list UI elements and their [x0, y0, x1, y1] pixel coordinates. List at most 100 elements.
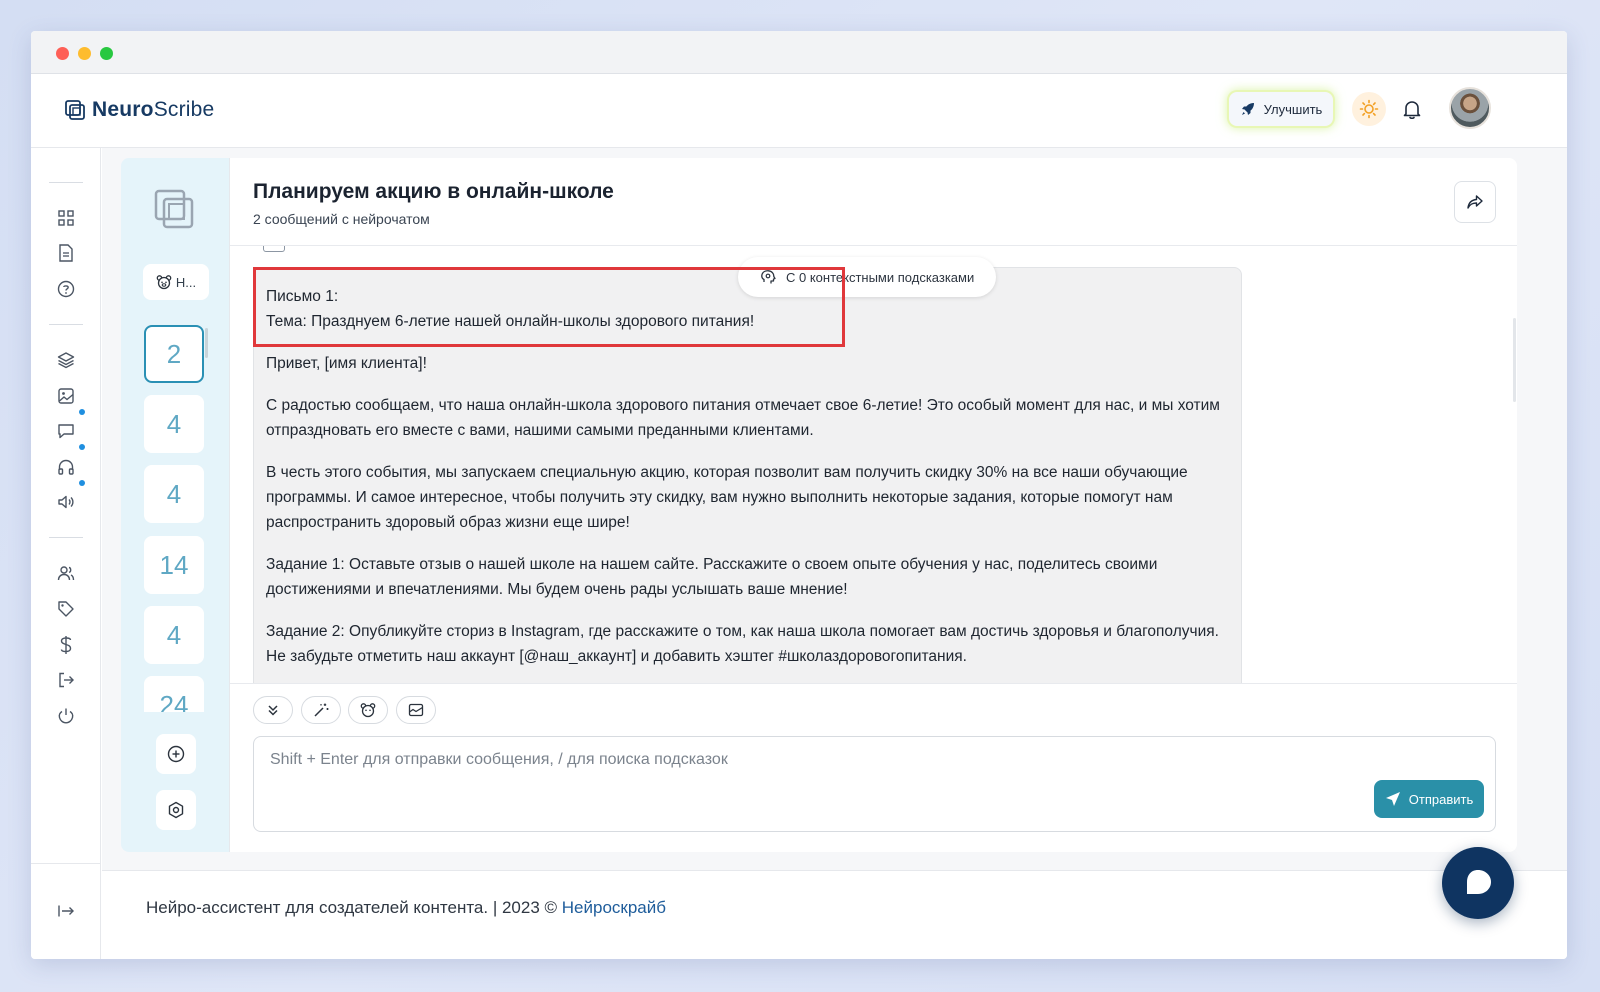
- layers-icon: [57, 352, 75, 369]
- send-label: Отправить: [1408, 791, 1474, 807]
- chat-list-item[interactable]: 4: [144, 395, 204, 453]
- nav-layers[interactable]: [55, 349, 77, 371]
- nav-divider: [49, 537, 83, 538]
- footer-text: Нейро-ассистент для создателей контента.…: [146, 898, 666, 918]
- chat-title: Планируем акцию в онлайн-школе: [253, 180, 614, 203]
- nav-audio[interactable]: [55, 456, 77, 478]
- message-paragraph: Задание 2: Опубликуйте сториз в Instagra…: [266, 623, 1219, 665]
- nav-bottom-bar: [31, 863, 101, 959]
- chat-list-item[interactable]: 24: [144, 676, 204, 712]
- upgrade-label: Улучшить: [1263, 101, 1323, 117]
- plus-circle-icon: [167, 745, 185, 763]
- scroll-down-button[interactable]: [253, 696, 293, 724]
- nav-tags[interactable]: [55, 598, 77, 620]
- grid-icon: [58, 210, 74, 226]
- nav-notification-dot: [79, 409, 85, 415]
- send-button[interactable]: Отправить: [1374, 780, 1484, 818]
- footer-copyright: Нейро-ассистент для создателей контента.…: [146, 898, 562, 917]
- message-input[interactable]: [270, 751, 1270, 769]
- logout-icon: [59, 672, 74, 688]
- nav-speaker[interactable]: [55, 491, 77, 513]
- improve-prompt-button[interactable]: [301, 696, 341, 724]
- message-input-box[interactable]: Отправить: [253, 736, 1496, 832]
- page-footer: Нейро-ассистент для создателей контента.…: [102, 870, 1567, 959]
- context-hints-label: С 0 контекстными подсказками: [786, 269, 975, 285]
- nav-documents[interactable]: [55, 242, 77, 264]
- nav-chat[interactable]: [55, 420, 77, 442]
- persona-selector[interactable]: Н...: [143, 264, 209, 300]
- magic-wand-icon: [314, 703, 329, 717]
- chat-list-item[interactable]: 14: [144, 536, 204, 594]
- chat-icon: [58, 424, 74, 439]
- brand-name: NeuroScribe: [92, 98, 215, 121]
- sun-icon: [1359, 99, 1379, 119]
- chat-list-sidebar: Н... 2 4 4 14 4 24: [121, 158, 229, 852]
- nav-users[interactable]: [55, 562, 77, 584]
- chat-list-clip: 24: [144, 676, 204, 712]
- assistant-message: Письмо 1: Тема: Празднуем 6-летие нашей …: [253, 267, 1242, 683]
- send-icon: [1385, 792, 1400, 806]
- share-button[interactable]: [1454, 181, 1496, 223]
- chat-settings-button[interactable]: [156, 790, 196, 830]
- bear-icon: [156, 275, 172, 290]
- nav-images[interactable]: [55, 385, 77, 407]
- nav-logout[interactable]: [55, 669, 77, 691]
- nav-billing[interactable]: [55, 634, 77, 656]
- users-icon: [57, 566, 75, 581]
- dollar-icon: [60, 636, 72, 654]
- help-icon: [57, 280, 75, 298]
- nav-divider: [49, 182, 83, 183]
- minimize-window-button[interactable]: [78, 47, 91, 60]
- nav-help[interactable]: [55, 278, 77, 300]
- chat-bubble-icon: [1467, 870, 1491, 894]
- nav-notification-dot: [79, 444, 85, 450]
- bell-icon: [1403, 101, 1421, 120]
- app-window: NeuroScribe Улучшить Н... 2 4 4 14 4 24 …: [31, 31, 1567, 959]
- notifications-button[interactable]: [1399, 96, 1425, 122]
- brain-icon: [761, 270, 776, 284]
- persona-icon: [360, 703, 376, 718]
- tag-icon: [58, 601, 74, 617]
- collapse-sidebar-button[interactable]: [55, 900, 77, 922]
- power-icon: [58, 708, 74, 724]
- app-header: NeuroScribe Улучшить: [31, 74, 1567, 148]
- document-icon: [59, 244, 73, 262]
- settings-icon: [168, 801, 184, 819]
- maximize-window-button[interactable]: [100, 47, 113, 60]
- message-paragraph: С радостью сообщаем, что наша онлайн-шко…: [266, 397, 1220, 439]
- brand-logo[interactable]: NeuroScribe: [64, 98, 214, 122]
- chat-list-item[interactable]: 2: [144, 325, 204, 383]
- logo-icon: [65, 100, 85, 120]
- left-navigation: [31, 148, 101, 959]
- chat-list-scrollbar[interactable]: [205, 328, 208, 358]
- persona-button[interactable]: [348, 696, 388, 724]
- upgrade-button[interactable]: Улучшить: [1229, 92, 1333, 126]
- share-icon: [1467, 195, 1483, 209]
- chat-list-item[interactable]: 4: [144, 465, 204, 523]
- nav-power[interactable]: [55, 705, 77, 727]
- new-chat-button[interactable]: [156, 734, 196, 774]
- theme-toggle-button[interactable]: [1352, 92, 1386, 126]
- close-window-button[interactable]: [56, 47, 69, 60]
- user-avatar[interactable]: [1449, 87, 1491, 129]
- copy-icon[interactable]: [263, 246, 285, 252]
- rocket-icon: [1241, 103, 1254, 115]
- image-icon: [408, 703, 424, 717]
- footer-link[interactable]: Нейроскрайб: [562, 898, 666, 917]
- headphones-icon: [58, 459, 74, 475]
- support-chat-button[interactable]: [1442, 847, 1514, 919]
- composer: Отправить: [230, 683, 1517, 852]
- message-paragraph: Привет, [имя клиента]!: [266, 355, 427, 372]
- message-list: Письмо 1: Тема: Празднуем 6-летие нашей …: [230, 246, 1517, 683]
- message-paragraph: В честь этого события, мы запускаем спец…: [266, 464, 1188, 531]
- message-scrollbar[interactable]: [1513, 318, 1516, 402]
- message-subject-line: Тема: Празднуем 6-летие нашей онлайн-шко…: [266, 313, 755, 330]
- image-attach-button[interactable]: [396, 696, 436, 724]
- context-hints-badge[interactable]: С 0 контекстными подсказками: [738, 257, 997, 297]
- window-titlebar: [31, 31, 1567, 74]
- nav-dashboard[interactable]: [55, 207, 77, 229]
- persona-label: Н...: [175, 274, 197, 290]
- chat-subtitle: 2 сообщений с нейрочатом: [253, 211, 430, 227]
- chat-list-item[interactable]: 4: [144, 606, 204, 664]
- chat-logo-icon: [153, 188, 195, 235]
